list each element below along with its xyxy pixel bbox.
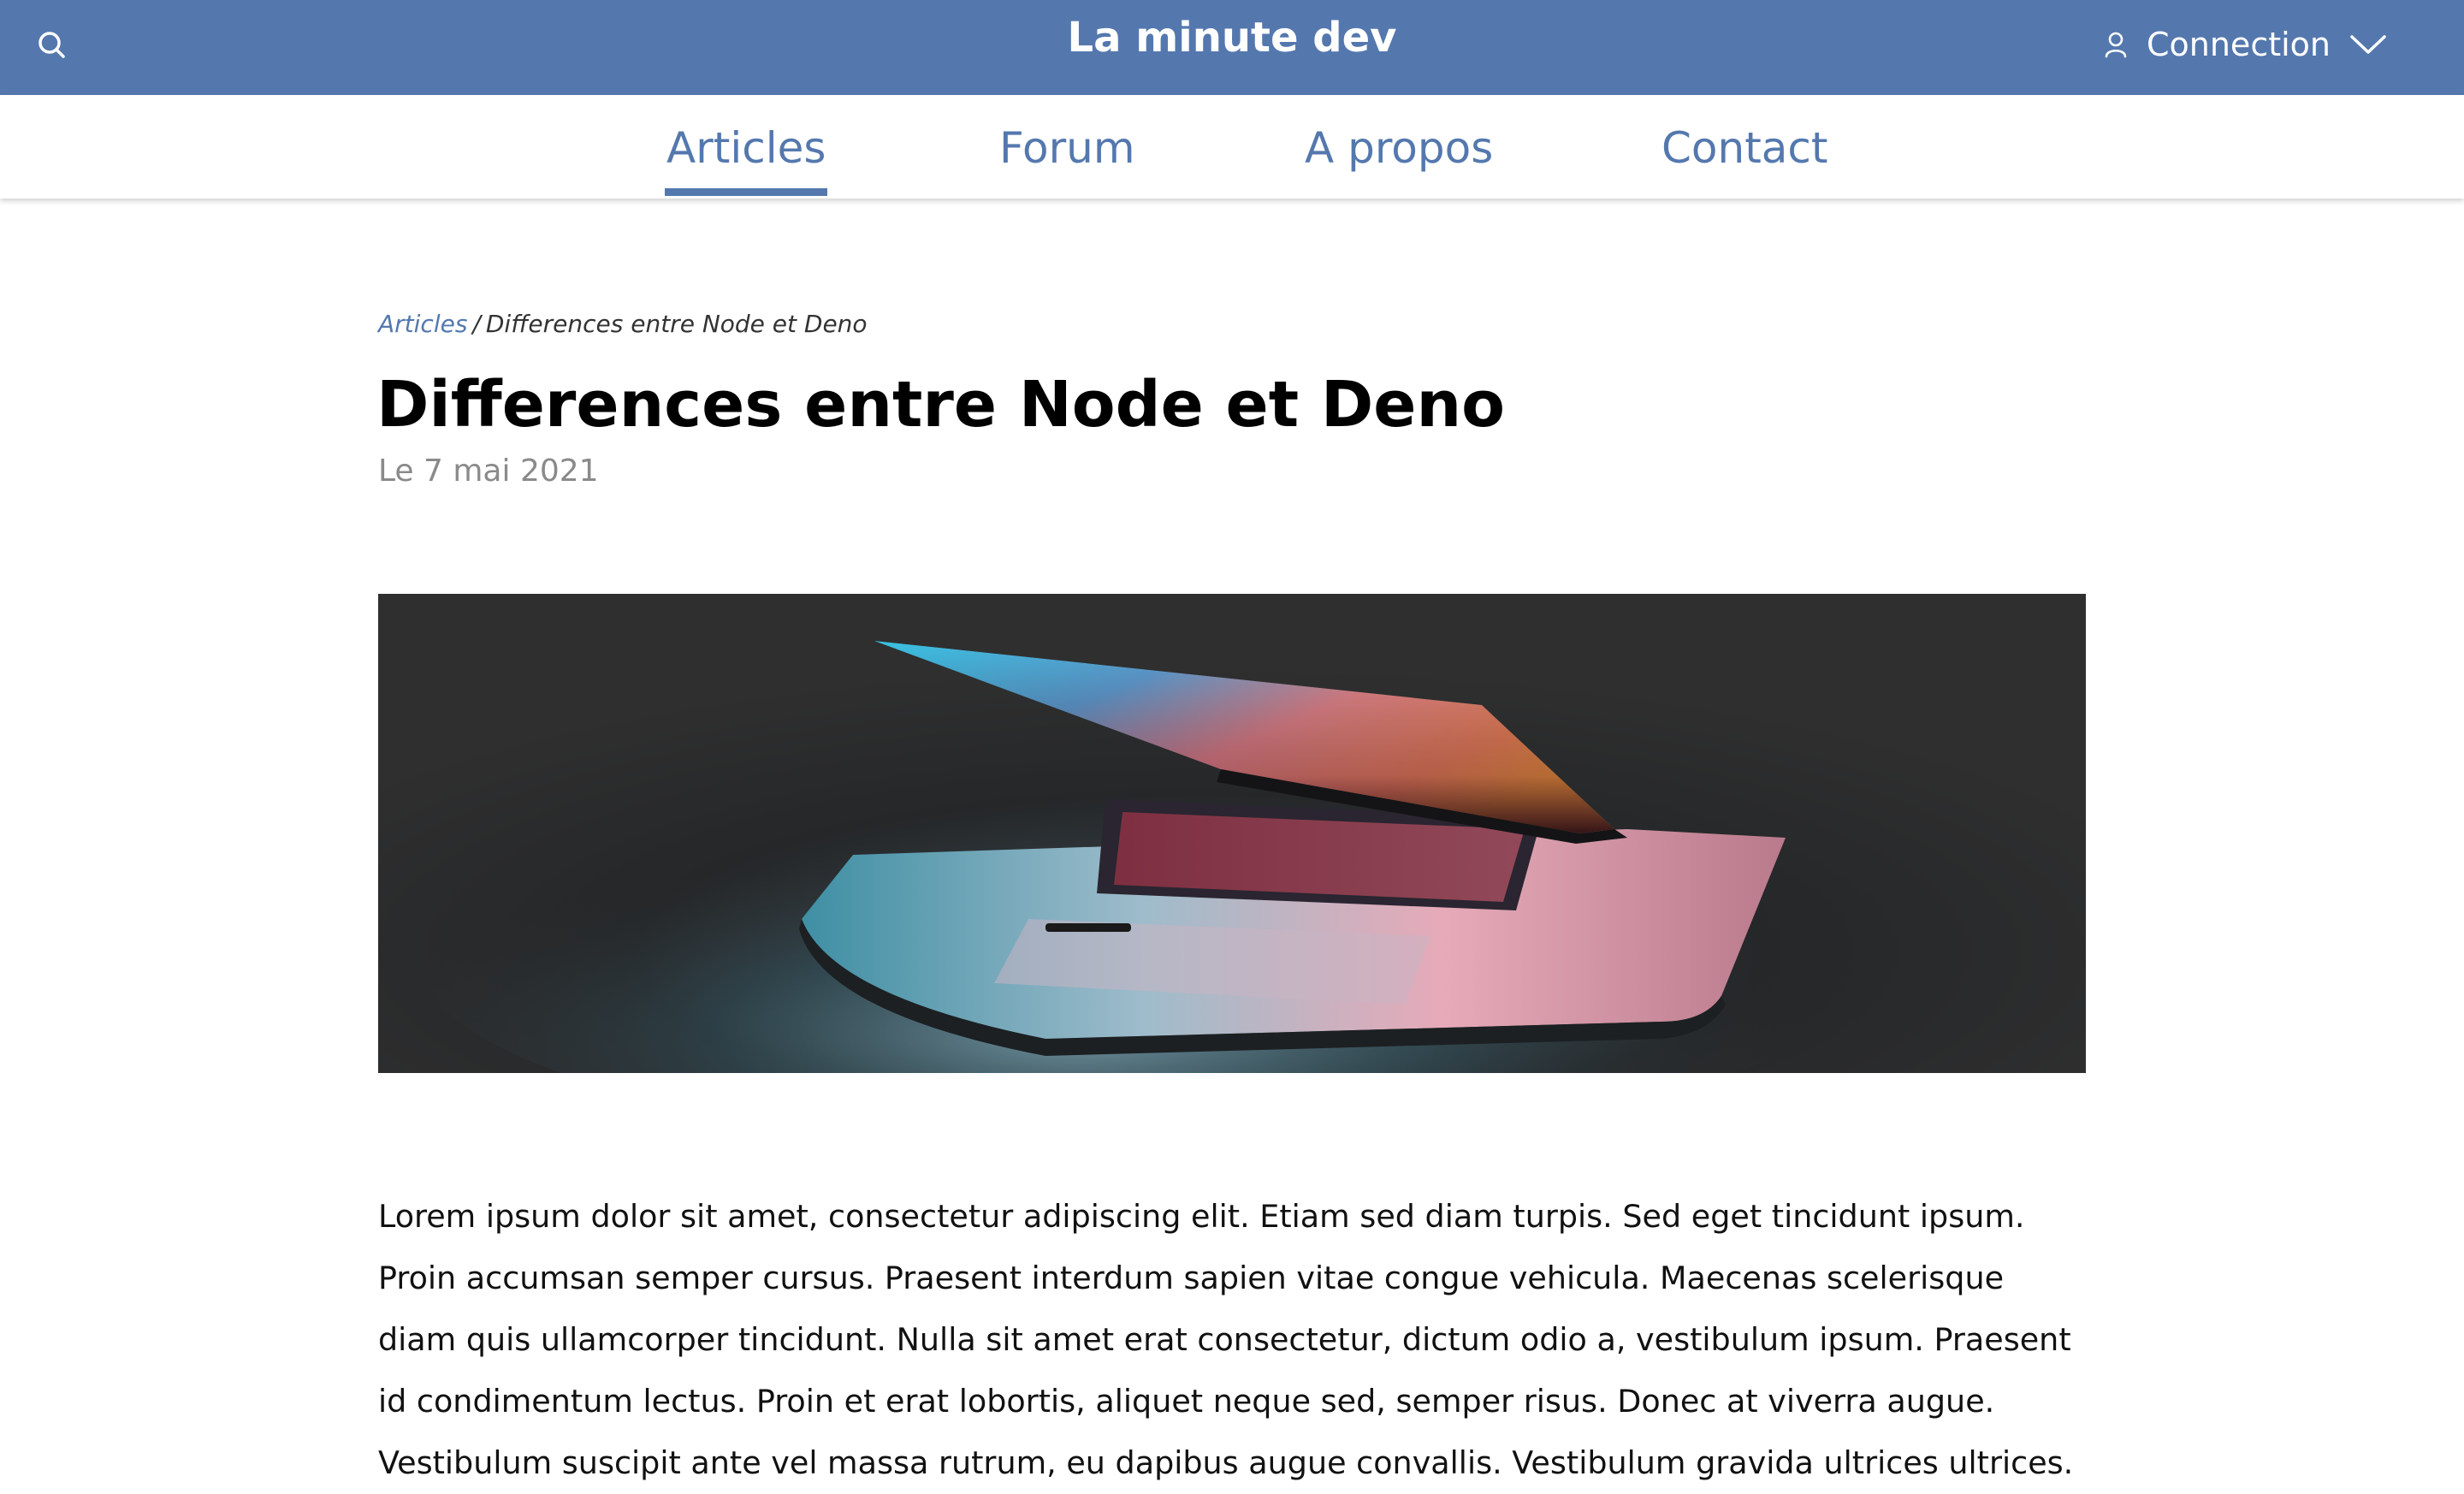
main-nav: Articles Forum A propos Contact [0,95,2464,199]
user-icon [2104,31,2128,58]
nav-contact-tab[interactable]: Contact [1661,122,1828,174]
article-date: Le 7 mai 2021 [378,454,599,489]
breadcrumb-current: Differences entre Node et Deno [485,310,868,338]
article-hero-image [378,594,2086,1073]
nav-forum-tab[interactable]: Forum [999,122,1135,174]
breadcrumb: Articles / Differences entre Node et Deno [378,310,868,338]
nav-articles-tab[interactable]: Articles [664,122,828,196]
breadcrumb-articles-link[interactable]: Articles [378,310,467,338]
breadcrumb-separator: / [472,310,481,338]
chevron-down-icon [2349,33,2387,56]
top-bar: La minute dev Connection [0,0,2464,95]
article-title: Differences entre Node et Deno [376,368,1505,442]
connection-menu-button[interactable]: Connection [2104,19,2387,70]
connection-label: Connection [2146,26,2331,63]
search-button[interactable] [33,27,70,65]
article-body: Lorem ipsum dolor sit amet, consectetur … [378,1198,2074,1481]
site-title: La minute dev [1067,14,1397,62]
nav-apropos-tab[interactable]: A propos [1305,122,1493,174]
search-icon [37,30,66,62]
